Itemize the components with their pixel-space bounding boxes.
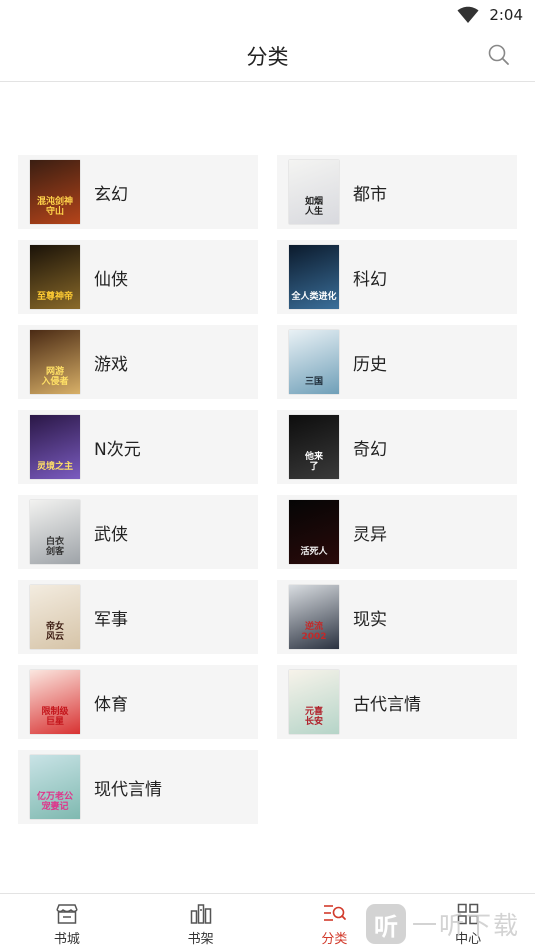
book-cover-image: 他来 了	[289, 415, 339, 479]
book-cover-title: 亿万老公 宠妻记	[36, 792, 73, 812]
search-icon	[488, 44, 509, 65]
category-label: 科幻	[353, 269, 387, 290]
book-cover-image: 混沌剑神 守山	[30, 160, 80, 224]
book-cover-title: 他来 了	[304, 452, 323, 472]
book-cover-image: 帝女 风云	[30, 585, 80, 649]
nav-label: 书架	[187, 931, 214, 947]
book-cover-image: 灵境之主	[30, 415, 80, 479]
book-cover-image: 全人类进化	[289, 245, 339, 309]
book-cover-title: 限制级 巨星	[41, 707, 69, 727]
category-card[interactable]: 帝女 风云 军事	[18, 580, 258, 654]
book-cover-title: 活死人	[300, 547, 328, 557]
book-cover-image: 亿万老公 宠妻记	[30, 755, 80, 819]
status-time: 2:04	[489, 6, 523, 24]
nav-label: 中心	[455, 931, 482, 947]
category-label: 都市	[353, 184, 387, 205]
category-card[interactable]: 白衣 剑客 武侠	[18, 495, 258, 569]
category-card[interactable]: 限制级 巨星 体育	[18, 665, 258, 739]
book-cover-image: 至尊神帝	[30, 245, 80, 309]
book-cover-image: 限制级 巨星	[30, 670, 80, 734]
book-cover-image: 如烟 人生	[289, 160, 339, 224]
category-label: 现实	[353, 609, 387, 630]
category-label: 游戏	[94, 354, 128, 375]
nav-item-bookshelf[interactable]: 书架	[134, 894, 268, 951]
nav-label: 分类	[321, 931, 348, 947]
wifi-icon	[457, 6, 479, 23]
book-cover-title: 如烟 人生	[304, 197, 323, 217]
nav-item-user-center[interactable]: 中心	[401, 894, 535, 951]
category-card[interactable]: 他来 了 奇幻	[277, 410, 517, 484]
nav-label: 书城	[53, 931, 80, 947]
book-cover-image: 活死人	[289, 500, 339, 564]
app-screen: 2:04 分类 混沌剑神 守山 玄幻 如烟 人生 都市 至尊神帝 仙侠 全人类进化 科幻 网游 …	[0, 0, 535, 951]
category-label: 古代言情	[353, 694, 421, 715]
book-cover-title: 白衣 剑客	[45, 537, 64, 557]
nav-item-category[interactable]: 分类	[268, 894, 402, 951]
book-cover-image: 元喜 长安	[289, 670, 339, 734]
book-cover-image: 网游 入侵者	[30, 330, 80, 394]
category-label: 现代言情	[94, 779, 162, 800]
category-card[interactable]: 网游 入侵者 游戏	[18, 325, 258, 399]
category-card[interactable]: 至尊神帝 仙侠	[18, 240, 258, 314]
category-label: N次元	[94, 439, 141, 460]
category-label: 武侠	[94, 524, 128, 545]
category-icon	[324, 904, 347, 921]
book-cover-title: 三国	[304, 377, 323, 387]
search-button[interactable]	[487, 43, 511, 67]
header: 分类	[0, 30, 535, 82]
bookshelf-icon	[190, 903, 211, 924]
book-cover-title: 灵境之主	[36, 462, 73, 472]
category-label: 奇幻	[353, 439, 387, 460]
nav-item-bookstore[interactable]: 书城	[0, 894, 134, 951]
page-title: 分类	[246, 44, 289, 69]
book-cover-image: 白衣 剑客	[30, 500, 80, 564]
category-label: 玄幻	[94, 184, 128, 205]
category-card[interactable]: 逆流 2002 现实	[277, 580, 517, 654]
book-cover-title: 全人类进化	[291, 292, 337, 302]
category-card[interactable]: 混沌剑神 守山 玄幻	[18, 155, 258, 229]
book-cover-title: 帝女 风云	[45, 622, 64, 642]
book-cover-image: 三国	[289, 330, 339, 394]
category-card[interactable]: 灵境之主 N次元	[18, 410, 258, 484]
book-cover-title: 至尊神帝	[36, 292, 73, 302]
category-card[interactable]: 全人类进化 科幻	[277, 240, 517, 314]
category-card[interactable]: 元喜 长安 古代言情	[277, 665, 517, 739]
category-label: 历史	[353, 354, 387, 375]
status-bar: 2:04	[0, 0, 535, 30]
book-cover-title: 逆流 2002	[301, 622, 327, 642]
book-cover-title: 网游 入侵者	[41, 367, 69, 387]
bookstore-icon	[56, 903, 78, 924]
book-cover-title: 元喜 长安	[304, 707, 323, 727]
book-cover-title: 混沌剑神 守山	[36, 197, 73, 217]
category-card[interactable]: 活死人 灵异	[277, 495, 517, 569]
category-label: 军事	[94, 609, 128, 630]
user-center-icon	[457, 903, 479, 924]
category-grid: 混沌剑神 守山 玄幻 如烟 人生 都市 至尊神帝 仙侠 全人类进化 科幻 网游 入侵者 游戏 三国 历…	[18, 155, 518, 824]
category-card[interactable]: 亿万老公 宠妻记 现代言情	[18, 750, 258, 824]
category-label: 灵异	[353, 524, 387, 545]
book-cover-image: 逆流 2002	[289, 585, 339, 649]
category-label: 体育	[94, 694, 128, 715]
category-label: 仙侠	[94, 269, 128, 290]
category-card[interactable]: 三国 历史	[277, 325, 517, 399]
category-card[interactable]: 如烟 人生 都市	[277, 155, 517, 229]
bottom-nav: 书城 书架 分类 中心	[0, 893, 535, 951]
